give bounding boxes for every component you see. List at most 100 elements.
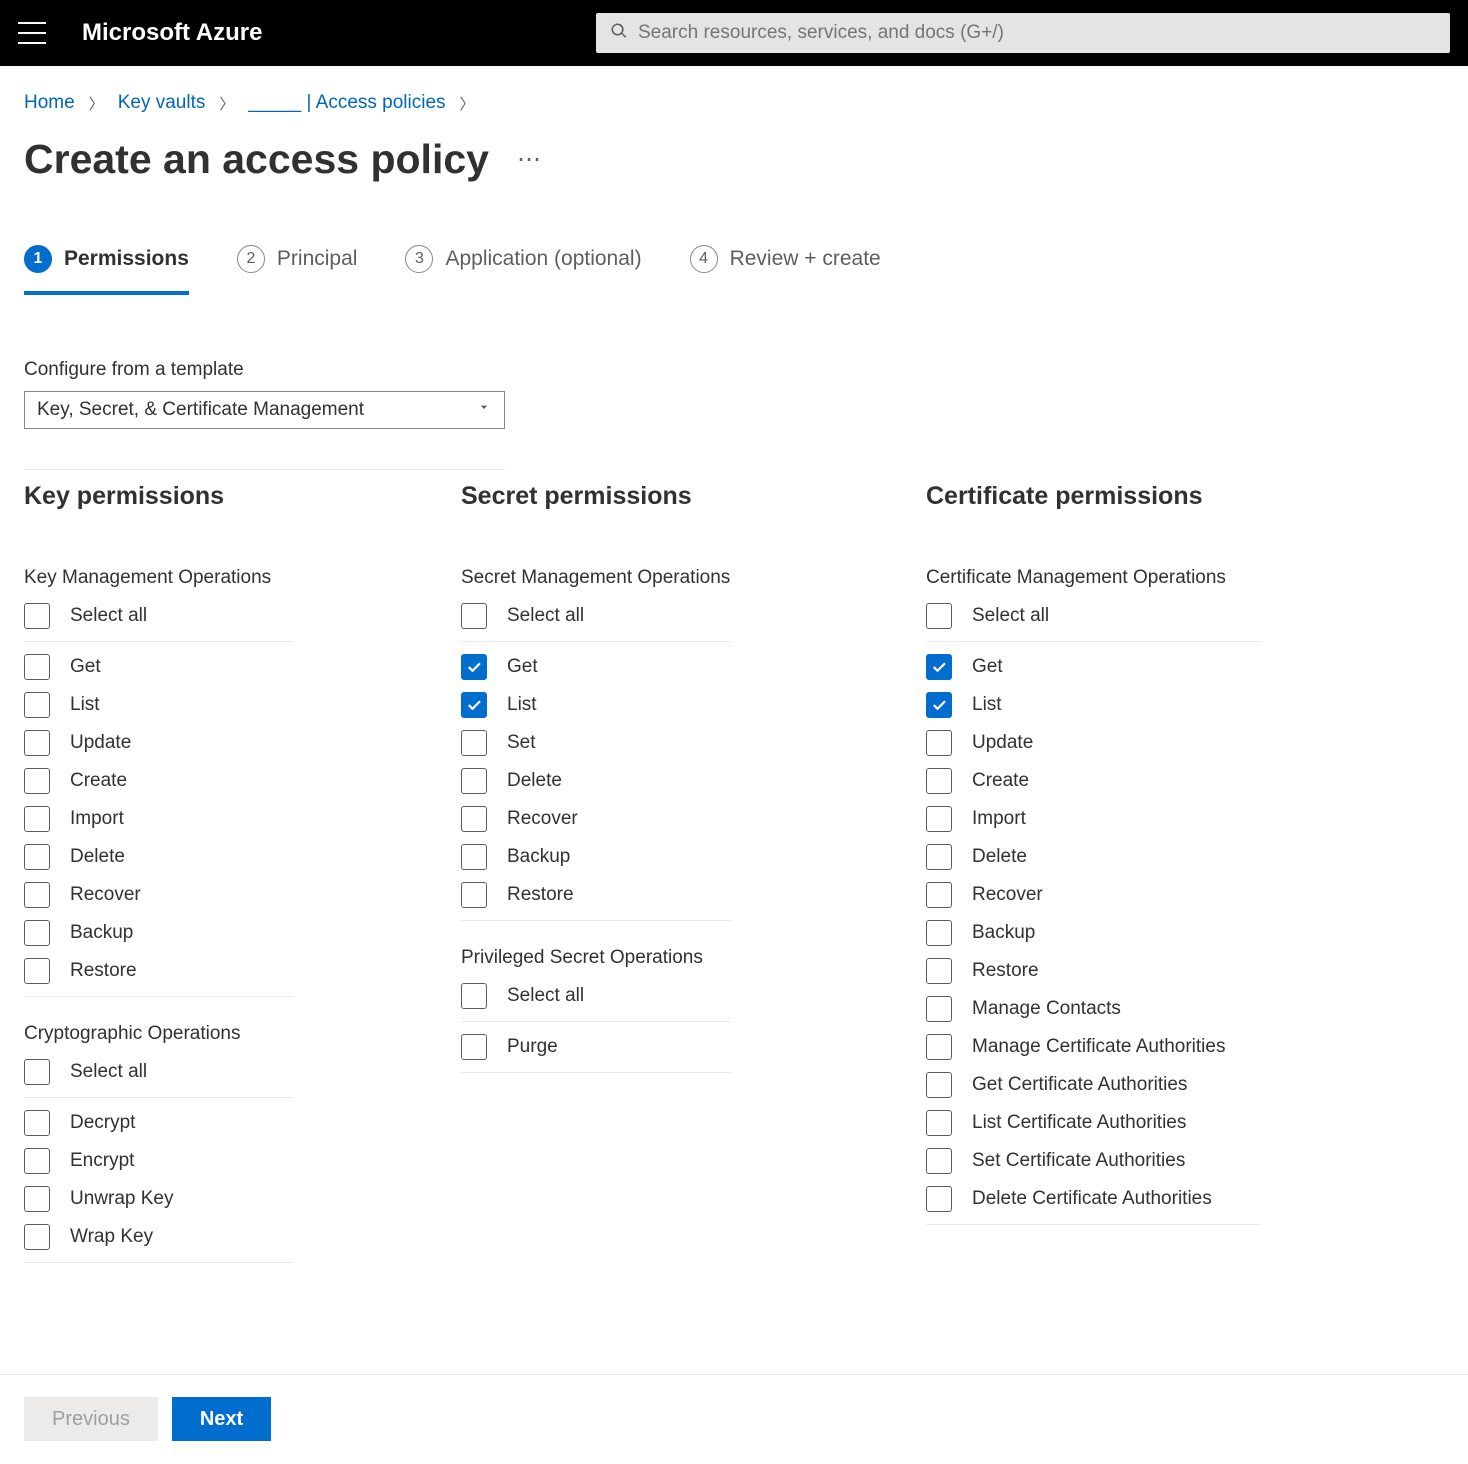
checkbox[interactable] [926,768,952,794]
cert-perm-manage-certificate-authorities[interactable]: Manage Certificate Authorities [926,1028,1391,1066]
cert-perm-delete-certificate-authorities[interactable]: Delete Certificate Authorities [926,1180,1261,1225]
checkbox[interactable] [461,844,487,870]
secret-perm-list[interactable]: List [461,686,926,724]
checkbox[interactable] [461,654,487,680]
checkbox[interactable] [461,983,487,1009]
checkbox[interactable] [926,920,952,946]
step-permissions[interactable]: 1Permissions [24,245,189,295]
perm-label: Delete Certificate Authorities [972,1188,1212,1210]
key-perm-get[interactable]: Get [24,648,461,686]
key-group-0-select-all[interactable]: Select all [24,597,294,642]
cert-perm-recover[interactable]: Recover [926,876,1391,914]
checkbox[interactable] [926,806,952,832]
step-review-create[interactable]: 4Review + create [690,245,881,295]
checkbox[interactable] [926,1034,952,1060]
checkbox[interactable] [24,768,50,794]
checkbox[interactable] [24,692,50,718]
secret-group-0-select-all[interactable]: Select all [461,597,731,642]
cert-perm-list-certificate-authorities[interactable]: List Certificate Authorities [926,1104,1391,1142]
checkbox[interactable] [24,920,50,946]
checkbox[interactable] [461,882,487,908]
checkbox[interactable] [926,882,952,908]
secret-perm-recover[interactable]: Recover [461,800,926,838]
checkbox[interactable] [24,1059,50,1085]
step-principal[interactable]: 2Principal [237,245,358,295]
checkbox[interactable] [24,730,50,756]
global-search[interactable] [596,13,1450,53]
checkbox[interactable] [461,1034,487,1060]
secret-group-1-select-all[interactable]: Select all [461,977,731,1022]
previous-button[interactable]: Previous [24,1397,158,1441]
checkbox[interactable] [24,844,50,870]
key-perm-delete[interactable]: Delete [24,838,461,876]
cert-perm-update[interactable]: Update [926,724,1391,762]
checkbox[interactable] [24,1148,50,1174]
breadcrumb-current[interactable]: _____ | Access policies [248,92,445,114]
search-input[interactable] [638,22,1436,44]
checkbox[interactable] [24,1186,50,1212]
key-perm-wrap-key[interactable]: Wrap Key [24,1218,294,1263]
cert-group-0-select-all[interactable]: Select all [926,597,1261,642]
key-perm-recover[interactable]: Recover [24,876,461,914]
checkbox[interactable] [24,654,50,680]
checkbox[interactable] [24,1224,50,1250]
checkbox[interactable] [926,1148,952,1174]
breadcrumb-home[interactable]: Home [24,92,75,114]
cert-perm-restore[interactable]: Restore [926,952,1391,990]
key-perm-list[interactable]: List [24,686,461,724]
cert-perm-get[interactable]: Get [926,648,1391,686]
checkbox[interactable] [24,806,50,832]
more-icon[interactable]: ⋯ [517,145,543,174]
key-perm-restore[interactable]: Restore [24,952,294,997]
cert-perm-delete[interactable]: Delete [926,838,1391,876]
key-perm-encrypt[interactable]: Encrypt [24,1142,461,1180]
template-select[interactable]: Key, Secret, & Certificate Management [24,391,505,429]
key-perm-decrypt[interactable]: Decrypt [24,1104,461,1142]
checkbox[interactable] [926,654,952,680]
key-perm-update[interactable]: Update [24,724,461,762]
checkbox[interactable] [461,806,487,832]
checkbox[interactable] [461,692,487,718]
checkbox[interactable] [926,1186,952,1212]
checkbox[interactable] [24,603,50,629]
checkbox[interactable] [926,844,952,870]
checkbox[interactable] [926,1072,952,1098]
checkbox[interactable] [461,730,487,756]
cert-perm-import[interactable]: Import [926,800,1391,838]
key-perm-create[interactable]: Create [24,762,461,800]
secret-perm-set[interactable]: Set [461,724,926,762]
checkbox[interactable] [926,603,952,629]
checkbox[interactable] [926,958,952,984]
key-perm-unwrap-key[interactable]: Unwrap Key [24,1180,461,1218]
step-application-optional-[interactable]: 3Application (optional) [405,245,641,295]
perm-label: Update [70,732,131,754]
checkbox[interactable] [926,730,952,756]
menu-icon[interactable] [18,22,46,44]
breadcrumb-keyvaults[interactable]: Key vaults [118,92,206,114]
secret-perm-delete[interactable]: Delete [461,762,926,800]
checkbox[interactable] [24,882,50,908]
checkbox[interactable] [461,603,487,629]
checkbox[interactable] [926,1110,952,1136]
cert-perm-get-certificate-authorities[interactable]: Get Certificate Authorities [926,1066,1391,1104]
checkbox[interactable] [926,996,952,1022]
checkbox[interactable] [461,768,487,794]
next-button[interactable]: Next [172,1397,271,1441]
select-all-label: Select all [972,605,1049,627]
search-icon [610,22,628,45]
secret-perm-restore[interactable]: Restore [461,876,731,921]
cert-perm-set-certificate-authorities[interactable]: Set Certificate Authorities [926,1142,1391,1180]
cert-perm-manage-contacts[interactable]: Manage Contacts [926,990,1391,1028]
cert-perm-backup[interactable]: Backup [926,914,1391,952]
checkbox[interactable] [24,1110,50,1136]
secret-perm-purge[interactable]: Purge [461,1028,731,1073]
secret-perm-get[interactable]: Get [461,648,926,686]
key-perm-import[interactable]: Import [24,800,461,838]
secret-perm-backup[interactable]: Backup [461,838,926,876]
key-group-1-select-all[interactable]: Select all [24,1053,294,1098]
checkbox[interactable] [24,958,50,984]
checkbox[interactable] [926,692,952,718]
cert-perm-list[interactable]: List [926,686,1391,724]
cert-perm-create[interactable]: Create [926,762,1391,800]
key-perm-backup[interactable]: Backup [24,914,461,952]
